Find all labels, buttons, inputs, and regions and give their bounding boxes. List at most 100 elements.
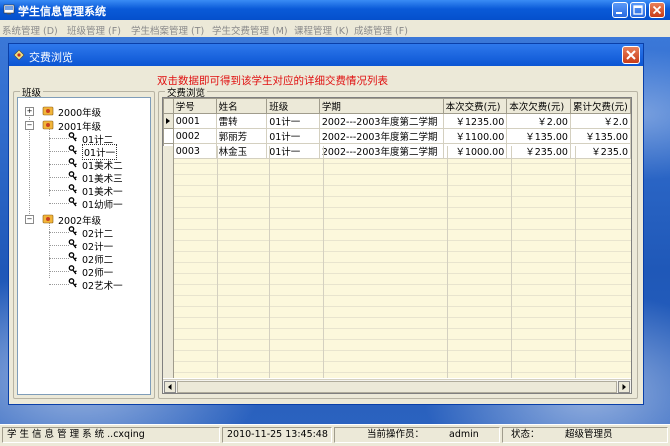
tree-label: 02艺术一 [82, 281, 123, 292]
collapse-icon[interactable]: − [25, 121, 34, 130]
menu-class[interactable]: 班级管理 (F) [67, 23, 121, 37]
cell-class[interactable]: 01计一 [266, 113, 320, 129]
fee-browse-close-button[interactable] [622, 46, 640, 64]
close-button[interactable] [649, 2, 665, 18]
current-row-icon [166, 117, 170, 124]
cell-student-id[interactable]: 0001 [172, 113, 217, 129]
cell-name[interactable]: 林金玉 [215, 143, 268, 159]
scroll-left-button[interactable] [164, 381, 176, 393]
class-tree[interactable]: + 2000年级 − 2001年级 01计二 01计一 01美术二 01美术三 … [17, 97, 151, 395]
tree-node-2000[interactable]: + 2000年级 [18, 105, 148, 119]
cell-owed[interactable]: ￥135.00 [506, 128, 571, 144]
tree-leaf-01meishu3[interactable]: 01美术三 [18, 171, 148, 185]
menu-system[interactable]: 系统管理 (D) [2, 23, 58, 37]
cell-total-owed[interactable]: ￥2.0 [569, 113, 631, 129]
status-operator: admin [449, 429, 479, 440]
col-header-student-id[interactable]: 学号 [172, 98, 217, 114]
table-row[interactable]: 0002 郭丽芳 01计一 2002---2003年度第二学期 ￥1100.00… [163, 128, 631, 144]
tree-label: 2002年级 [58, 216, 102, 227]
key-icon [68, 239, 77, 249]
cell-student-id[interactable]: 0003 [172, 143, 217, 159]
cell-class[interactable]: 01计一 [266, 128, 320, 144]
cell-owed[interactable]: ￥2.00 [506, 113, 571, 129]
key-icon [68, 171, 77, 181]
tree-leaf-01ji2[interactable]: 01计二 [18, 132, 148, 146]
menu-bar: 系统管理 (D) 班级管理 (F) 学生档案管理 (T) 学生交费管理 (M) … [0, 20, 670, 37]
col-header-name[interactable]: 姓名 [215, 98, 268, 114]
tree-label: 2001年级 [58, 122, 102, 133]
tree-label: 02计二 [82, 229, 114, 240]
minimize-icon [616, 12, 622, 14]
cell-name[interactable]: 郭丽芳 [215, 128, 268, 144]
tree-node-2002[interactable]: − 2002年级 [18, 213, 148, 227]
cell-total-owed[interactable]: ￥235.0 [569, 143, 631, 159]
row-indicator-header [163, 98, 174, 114]
tree-leaf-02ji2[interactable]: 02计二 [18, 226, 148, 240]
col-header-paid[interactable]: 本次交费(元) [442, 98, 508, 114]
table-row[interactable]: 0001 雷转 01计一 2002---2003年度第二学期 ￥1235.00 … [163, 113, 631, 129]
status-bar: 学 生 信 息 管 理 系 统 ..cxqing 2010-11-25 13:4… [0, 424, 670, 446]
table-row[interactable]: 0003 林金玉 01计一 2002---2003年度第二学期 ￥1000.00… [163, 143, 631, 159]
status-state-panel: 状态： 超级管理员 [502, 427, 668, 443]
scroll-left-icon [168, 384, 172, 390]
cell-term[interactable]: 2002---2003年度第二学期 [318, 128, 444, 144]
fee-grid[interactable]: 学号 姓名 班级 学期 本次交费(元) 本次欠费(元) 累计欠费(元) 0001… [162, 97, 632, 394]
key-icon [68, 132, 77, 142]
folder-icon [42, 106, 54, 116]
col-header-term[interactable]: 学期 [318, 98, 444, 114]
tree-leaf-02shi1[interactable]: 02师一 [18, 265, 148, 279]
tree-leaf-02shi2[interactable]: 02师二 [18, 252, 148, 266]
cell-name[interactable]: 雷转 [215, 113, 268, 129]
cell-student-id[interactable]: 0002 [172, 128, 217, 144]
folder-icon [42, 120, 54, 130]
tree-label: 2000年级 [58, 108, 102, 119]
cell-paid[interactable]: ￥1100.00 [442, 128, 508, 144]
menu-student-records[interactable]: 学生档案管理 (T) [131, 23, 204, 37]
tree-leaf-02ji1[interactable]: 02计一 [18, 239, 148, 253]
tree-leaf-01meishu1[interactable]: 01美术一 [18, 184, 148, 198]
fee-grid-body: 学号 姓名 班级 学期 本次交费(元) 本次欠费(元) 累计欠费(元) 0001… [163, 98, 631, 378]
status-state-label: 状态： [511, 429, 540, 440]
fee-browse-title: 交费浏览 [29, 51, 73, 64]
col-header-class[interactable]: 班级 [266, 98, 320, 114]
fee-table: 学号 姓名 班级 学期 本次交费(元) 本次欠费(元) 累计欠费(元) 0001… [163, 98, 631, 159]
col-header-owed[interactable]: 本次欠费(元) [506, 98, 571, 114]
key-icon [68, 252, 77, 262]
menu-course[interactable]: 课程管理 (K) [294, 23, 349, 37]
maximize-icon [633, 5, 643, 15]
tree-leaf-01meishu2[interactable]: 01美术二 [18, 158, 148, 172]
cell-total-owed[interactable]: ￥135.00 [569, 128, 631, 144]
tree-leaf-01ji1[interactable]: 01计一 [18, 144, 148, 160]
tree-label: 02计一 [82, 242, 114, 253]
cell-owed[interactable]: ￥235.00 [506, 143, 571, 159]
fee-table-header: 学号 姓名 班级 学期 本次交费(元) 本次欠费(元) 累计欠费(元) [163, 98, 631, 114]
status-datetime: 2010-11-25 13:45:48 [222, 427, 332, 443]
window-icon [13, 49, 25, 61]
expand-icon[interactable]: + [25, 107, 34, 116]
tree-label: 01幼师一 [82, 200, 123, 211]
horizontal-scrollbar[interactable] [163, 379, 631, 393]
app-title: 学生信息管理系统 [18, 5, 106, 18]
cell-class[interactable]: 01计一 [266, 143, 320, 159]
fee-browse-window: 交费浏览 双击数据即可得到该学生对应的详细交费情况列表 班级 + 2000年级 [8, 43, 644, 405]
cell-term[interactable]: 2002---2003年度第二学期 [318, 143, 444, 159]
cell-term[interactable]: 2002---2003年度第二学期 [318, 113, 444, 129]
scroll-right-button[interactable] [618, 381, 630, 393]
menu-grades[interactable]: 成绩管理 (F) [354, 23, 408, 37]
col-header-total-owed[interactable]: 累计欠费(元) [569, 98, 631, 114]
tree-label: 01美术一 [82, 187, 123, 198]
tree-label: 01美术三 [82, 174, 123, 185]
cell-paid[interactable]: ￥1000.00 [442, 143, 508, 159]
maximize-button[interactable] [630, 2, 646, 18]
tree-leaf-01youshi1[interactable]: 01幼师一 [18, 197, 148, 211]
menu-student-fees[interactable]: 学生交费管理 (M) [212, 23, 288, 37]
tree-leaf-02yishu1[interactable]: 02艺术一 [18, 278, 148, 292]
key-icon [68, 184, 77, 194]
status-operator-panel: 当前操作员： admin [334, 427, 500, 443]
app-icon [3, 4, 15, 15]
minimize-button[interactable] [612, 2, 628, 18]
tree-node-2001[interactable]: − 2001年级 [18, 119, 148, 133]
collapse-icon[interactable]: − [25, 215, 34, 224]
scroll-thumb[interactable] [177, 381, 617, 393]
cell-paid[interactable]: ￥1235.00 [442, 113, 508, 129]
